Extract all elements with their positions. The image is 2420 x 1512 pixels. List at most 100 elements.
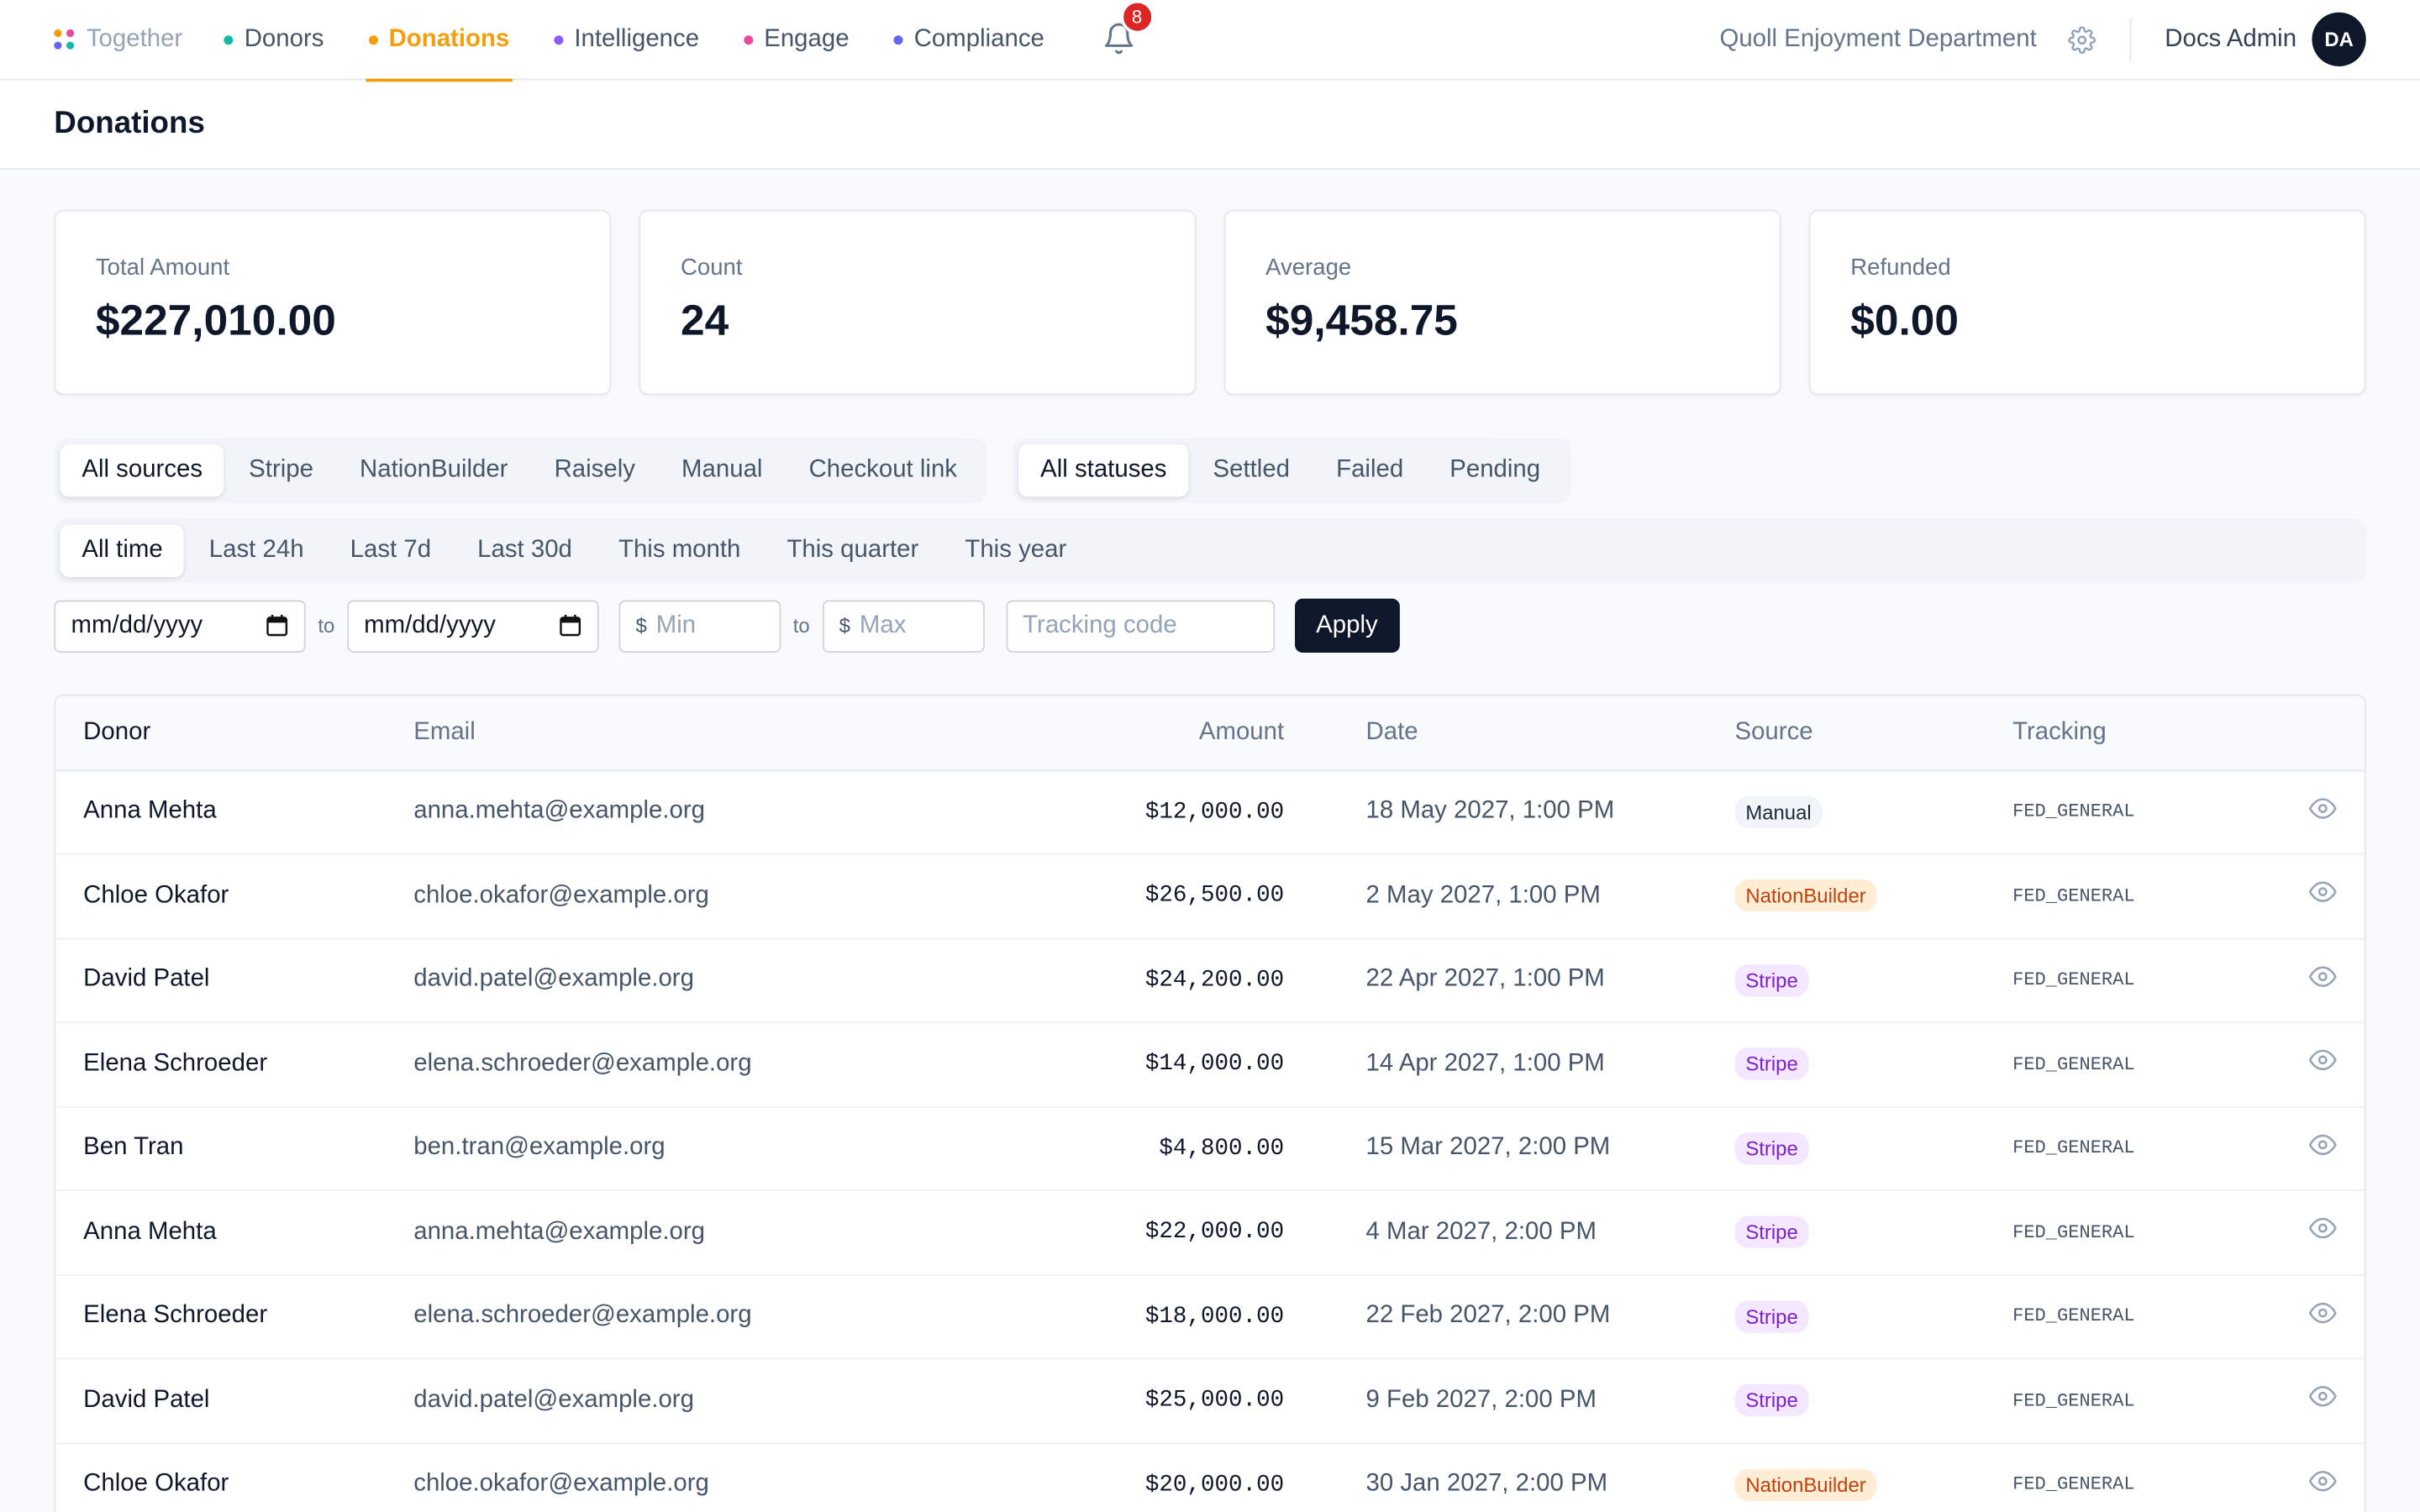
status-filter: All statuses Settled Failed Pending: [1013, 438, 1571, 503]
period-option-last-24h[interactable]: Last 24h: [187, 524, 325, 576]
stat-value: $0.00: [1850, 296, 1959, 344]
source-badge: NationBuilder: [1734, 879, 1877, 912]
table-row[interactable]: Elena Schroeder elena.schroeder@example.o…: [55, 1021, 2365, 1107]
status-option-all-statuses[interactable]: All statuses: [1018, 444, 1189, 497]
table-row[interactable]: Chloe Okafor chloe.okafor@example.org $20,…: [55, 1442, 2365, 1512]
column-header-donor[interactable]: Donor: [55, 696, 387, 771]
top-navigation: Together Donors Donations Intelligence Enga…: [0, 0, 2420, 81]
user-name[interactable]: Docs Admin: [2165, 25, 2296, 53]
source-badge: Stripe: [1734, 1131, 1809, 1165]
donor-name[interactable]: Ben Tran: [55, 1105, 387, 1191]
tracking-code-field[interactable]: Tracking code: [1005, 599, 1275, 653]
donor-name[interactable]: Anna Mehta: [55, 1190, 387, 1276]
stat-label: Total Amount: [95, 255, 230, 281]
donation-date: 30 Jan 2027, 2:00 PM: [1312, 1442, 1707, 1512]
table-row[interactable]: Anna Mehta anna.mehta@example.org $22,000.…: [55, 1190, 2365, 1276]
table-row[interactable]: Anna Mehta anna.mehta@example.org $12,000.…: [55, 769, 2365, 855]
tracking-code: FED_GENERAL: [1985, 1190, 2281, 1276]
amount-range-separator: to: [792, 614, 810, 638]
donor-name[interactable]: David Patel: [55, 937, 387, 1023]
period-option-this-year[interactable]: This year: [944, 524, 1088, 576]
brand[interactable]: Together: [54, 25, 182, 53]
min-amount-field[interactable]: $ Min: [618, 599, 781, 653]
column-header-amount[interactable]: Amount: [1002, 696, 1313, 771]
calendar-icon[interactable]: [266, 614, 289, 638]
source-option-stripe[interactable]: Stripe: [227, 444, 334, 496]
date-to-field[interactable]: mm/dd/yyyy: [346, 599, 599, 653]
donation-amount: $24,200.00: [1002, 937, 1313, 1023]
source-option-raisely[interactable]: Raisely: [533, 444, 657, 496]
apply-button[interactable]: Apply: [1294, 598, 1400, 653]
view-eye-icon[interactable]: [2308, 797, 2337, 828]
calendar-icon[interactable]: [559, 614, 582, 638]
donation-amount: $14,000.00: [1002, 1021, 1313, 1107]
view-eye-icon[interactable]: [2308, 1302, 2337, 1332]
nav-item-label: Intelligence: [574, 25, 700, 52]
period-option-last-30d[interactable]: Last 30d: [455, 524, 593, 576]
nav-item-donors[interactable]: Donors: [221, 0, 327, 80]
donor-name[interactable]: David Patel: [55, 1358, 387, 1444]
brand-name: Together: [86, 25, 183, 52]
donor-name[interactable]: Elena Schroeder: [55, 1021, 387, 1107]
view-cell: [2281, 1274, 2365, 1360]
tracking-code: FED_GENERAL: [1985, 1442, 2281, 1512]
stat-card: Total Amount $227,010.00: [54, 209, 612, 396]
period-option-all-time[interactable]: All time: [60, 524, 185, 577]
donor-name[interactable]: Anna Mehta: [55, 769, 387, 855]
donor-name[interactable]: Elena Schroeder: [55, 1274, 387, 1360]
nav-item-intelligence[interactable]: Intelligence: [551, 0, 702, 80]
notifications-button[interactable]: 8: [1102, 0, 1155, 58]
avatar[interactable]: DA: [2312, 12, 2366, 66]
view-eye-icon[interactable]: [2308, 1134, 2337, 1164]
donation-date: 15 Mar 2027, 2:00 PM: [1312, 1105, 1707, 1191]
stat-label: Average: [1265, 255, 1352, 281]
tracking-code: FED_GENERAL: [1985, 1105, 2281, 1191]
column-header-email[interactable]: Email: [386, 696, 1003, 771]
source-option-manual[interactable]: Manual: [660, 444, 784, 496]
period-option-last-7d[interactable]: Last 7d: [329, 524, 453, 576]
view-cell: [2281, 1190, 2365, 1276]
nav-item-label: Donations: [388, 25, 510, 52]
table-row[interactable]: Elena Schroeder elena.schroeder@example.o…: [55, 1274, 2365, 1360]
status-option-failed[interactable]: Failed: [1314, 444, 1424, 496]
donation-date: 22 Apr 2027, 1:00 PM: [1312, 937, 1707, 1023]
donor-email: elena.schroeder@example.org: [386, 1021, 1003, 1107]
currency-symbol: $: [635, 614, 647, 638]
view-eye-icon[interactable]: [2308, 1386, 2337, 1416]
column-header-actions: [2281, 696, 2365, 771]
table-row[interactable]: David Patel david.patel@example.org $24,20…: [55, 937, 2365, 1023]
period-option-this-month[interactable]: This month: [597, 524, 762, 576]
stat-value: $9,458.75: [1265, 296, 1458, 344]
nav-item-donations[interactable]: Donations: [366, 0, 513, 81]
donor-name[interactable]: Chloe Okafor: [55, 1442, 387, 1512]
column-header-source[interactable]: Source: [1707, 696, 1986, 771]
column-header-date[interactable]: Date: [1312, 696, 1707, 771]
nav-item-engage[interactable]: Engage: [741, 0, 853, 80]
max-amount-field[interactable]: $ Max: [822, 599, 985, 653]
status-option-settled[interactable]: Settled: [1192, 444, 1312, 496]
table-row[interactable]: Ben Tran ben.tran@example.org $4,800.00 15 …: [55, 1105, 2365, 1191]
donor-name[interactable]: Chloe Okafor: [55, 853, 387, 939]
table-row[interactable]: David Patel david.patel@example.org $25,00…: [55, 1358, 2365, 1444]
view-eye-icon[interactable]: [2308, 1470, 2337, 1500]
view-eye-icon[interactable]: [2308, 1050, 2337, 1080]
source-option-nationbuilder[interactable]: NationBuilder: [338, 444, 529, 496]
nav-item-label: Donors: [244, 25, 324, 52]
date-from-field[interactable]: mm/dd/yyyy: [54, 599, 306, 653]
view-eye-icon[interactable]: [2308, 965, 2337, 996]
status-option-pending[interactable]: Pending: [1428, 444, 1562, 496]
source-badge: Stripe: [1734, 1047, 1809, 1081]
source-option-checkout-link[interactable]: Checkout link: [787, 444, 979, 496]
view-eye-icon[interactable]: [2308, 881, 2337, 912]
view-eye-icon[interactable]: [2308, 1218, 2337, 1248]
table-row[interactable]: Chloe Okafor chloe.okafor@example.org $26,…: [55, 853, 2365, 939]
source-cell: NationBuilder: [1707, 853, 1986, 939]
max-placeholder: Max: [859, 612, 907, 638]
source-option-all-sources[interactable]: All sources: [60, 444, 224, 497]
period-option-this-quarter[interactable]: This quarter: [765, 524, 940, 576]
organization-name[interactable]: Quoll Enjoyment Department: [1719, 25, 2036, 53]
column-header-tracking[interactable]: Tracking: [1985, 696, 2281, 771]
nav-item-compliance[interactable]: Compliance: [891, 0, 1047, 80]
settings-gear-icon[interactable]: [2067, 25, 2096, 54]
donation-date: 2 May 2027, 1:00 PM: [1312, 853, 1707, 939]
